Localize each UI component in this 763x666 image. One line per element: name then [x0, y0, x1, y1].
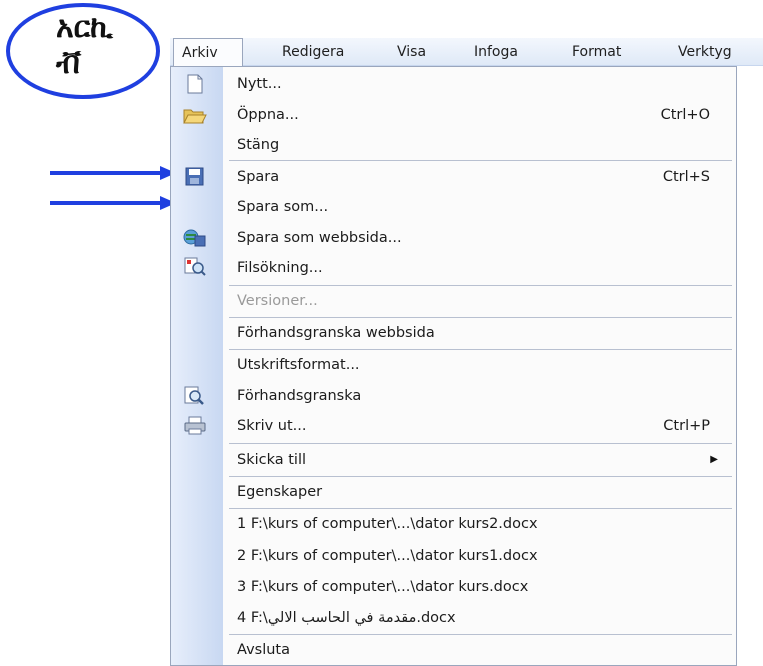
menu-item-avsluta[interactable]: Avsluta	[171, 635, 736, 665]
menu-item-utskriftsformat[interactable]: Utskriftsformat...	[171, 350, 736, 380]
menu-item-label: Förhandsgranska	[237, 388, 362, 404]
recent-file-2[interactable]: 2 F:\kurs of computer\...\dator kurs1.do…	[171, 541, 736, 571]
menu-item-label: Stäng	[237, 137, 280, 153]
menu-item-label: Avsluta	[237, 642, 290, 658]
recent-file-4[interactable]: 4 F:\مقدمة في الحاسب الالي.docx	[171, 603, 736, 633]
menu-item-stang[interactable]: Stäng	[171, 130, 736, 160]
menu-item-forhandsgranska[interactable]: Förhandsgranska	[171, 381, 736, 411]
menu-redigera[interactable]: Redigera	[282, 38, 344, 66]
menu-item-oppna[interactable]: Öppna... Ctrl+O	[171, 100, 736, 130]
open-folder-icon	[183, 109, 207, 124]
menu-item-label: Utskriftsformat...	[237, 357, 360, 373]
shortcut-label: Ctrl+O	[660, 107, 710, 123]
menu-verktyg[interactable]: Verktyg	[678, 38, 732, 66]
menu-item-spara-som[interactable]: Spara som...	[171, 192, 736, 222]
menu-item-label: Egenskaper	[237, 484, 323, 500]
menu-item-label: Spara	[237, 169, 280, 185]
save-web-icon	[183, 229, 206, 247]
annotation-text-line2: ቭ	[56, 46, 81, 81]
menu-item-label: 2 F:\kurs of computer\...\dator kurs1.do…	[237, 548, 538, 564]
save-disk-icon	[185, 167, 204, 186]
menu-item-spara-som-webbsida[interactable]: Spara som webbsida...	[171, 223, 736, 253]
annotation-arrow-2	[50, 196, 176, 210]
menu-item-spara[interactable]: Spara Ctrl+S	[171, 162, 736, 192]
menu-visa[interactable]: Visa	[397, 38, 426, 66]
menu-item-nytt[interactable]: Nytt...	[171, 69, 736, 99]
menu-item-versioner: Versioner...	[171, 286, 736, 316]
submenu-arrow-icon: ▶	[710, 454, 718, 465]
recent-file-1[interactable]: 1 F:\kurs of computer\...\dator kurs2.do…	[171, 509, 736, 539]
menu-item-label: Öppna...	[237, 107, 299, 123]
arkiv-dropdown: Nytt... Öppna... Ctrl+O Stäng Spara Ctrl…	[170, 66, 737, 666]
menu-item-skriv-ut[interactable]: Skriv ut... Ctrl+P	[171, 411, 736, 441]
menu-format[interactable]: Format	[572, 38, 621, 66]
menu-separator	[229, 443, 732, 444]
menu-item-forhandsgranska-webbsida[interactable]: Förhandsgranska webbsida	[171, 318, 736, 348]
annotation-text: አርኪ ቭ	[56, 10, 146, 82]
shortcut-label: Ctrl+S	[662, 169, 710, 185]
menu-item-label: Filsökning...	[237, 260, 323, 276]
menu-separator	[229, 160, 732, 161]
menu-item-label: Spara som...	[237, 199, 329, 215]
menu-item-label: 4 F:\مقدمة في الحاسب الالي.docx	[237, 610, 456, 626]
menu-item-skicka-till[interactable]: Skicka till ▶	[171, 445, 736, 475]
menu-item-label: 3 F:\kurs of computer\...\dator kurs.doc…	[237, 579, 529, 595]
print-preview-icon	[184, 386, 204, 405]
menu-item-label: Skicka till	[237, 452, 307, 468]
annotation-text-line1: አርኪ	[56, 10, 113, 45]
printer-icon	[184, 416, 206, 435]
menu-item-label: Nytt...	[237, 76, 282, 92]
file-search-icon	[184, 257, 206, 276]
menu-item-label: Skriv ut...	[237, 418, 307, 434]
menu-item-label: Versioner...	[237, 293, 318, 309]
shortcut-label: Ctrl+P	[663, 418, 710, 434]
menu-item-label: 1 F:\kurs of computer\...\dator kurs2.do…	[237, 516, 538, 532]
menu-bar: Arkiv Redigera Visa Infoga Format Verkty…	[170, 38, 763, 66]
menu-item-egenskaper[interactable]: Egenskaper	[171, 477, 736, 507]
menu-item-label: Förhandsgranska webbsida	[237, 325, 435, 341]
recent-file-3[interactable]: 3 F:\kurs of computer\...\dator kurs.doc…	[171, 572, 736, 602]
annotation-arrow-1	[50, 166, 176, 180]
menu-item-filsokning[interactable]: Filsökning...	[171, 253, 736, 283]
menu-arkiv[interactable]: Arkiv	[173, 38, 243, 66]
new-document-icon	[187, 74, 203, 94]
menu-infoga[interactable]: Infoga	[474, 38, 518, 66]
menu-item-label: Spara som webbsida...	[237, 230, 402, 246]
